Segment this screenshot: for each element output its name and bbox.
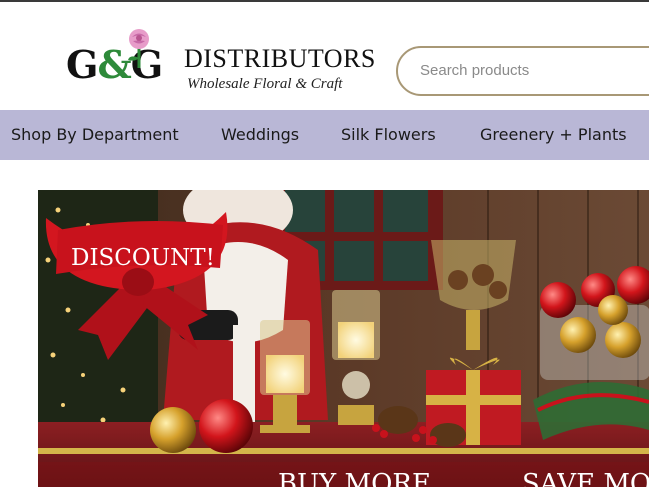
nav-item-silk-flowers[interactable]: Silk Flowers <box>341 110 436 160</box>
logo-title: DISTRIBUTORS <box>184 44 376 73</box>
main-nav: Shop By Department Weddings Silk Flowers… <box>0 110 649 160</box>
hero-banner[interactable]: DISCOUNT! BUY MORE SAVE MO <box>38 190 649 487</box>
site-header: G&G DISTRIBUTORS Wholesale Floral & Craf… <box>0 2 649 110</box>
nav-item-greenery-plants[interactable]: Greenery + Plants <box>480 110 627 160</box>
site-logo[interactable]: G&G DISTRIBUTORS Wholesale Floral & Craf… <box>66 28 375 98</box>
banner-save-more-text: SAVE MO <box>522 469 649 487</box>
banner-buy-more-text: BUY MORE <box>278 469 431 487</box>
nav-item-shop-by-department[interactable]: Shop By Department <box>11 110 179 160</box>
nav-item-weddings[interactable]: Weddings <box>221 110 299 160</box>
search-input[interactable] <box>418 61 649 80</box>
discount-ribbon-text: DISCOUNT! <box>71 245 215 271</box>
rose-icon <box>128 29 149 68</box>
logo-tagline: Wholesale Floral & Craft <box>187 76 343 92</box>
hero-image: DISCOUNT! BUY MORE SAVE MO <box>38 190 649 487</box>
search-bar[interactable] <box>396 46 649 96</box>
